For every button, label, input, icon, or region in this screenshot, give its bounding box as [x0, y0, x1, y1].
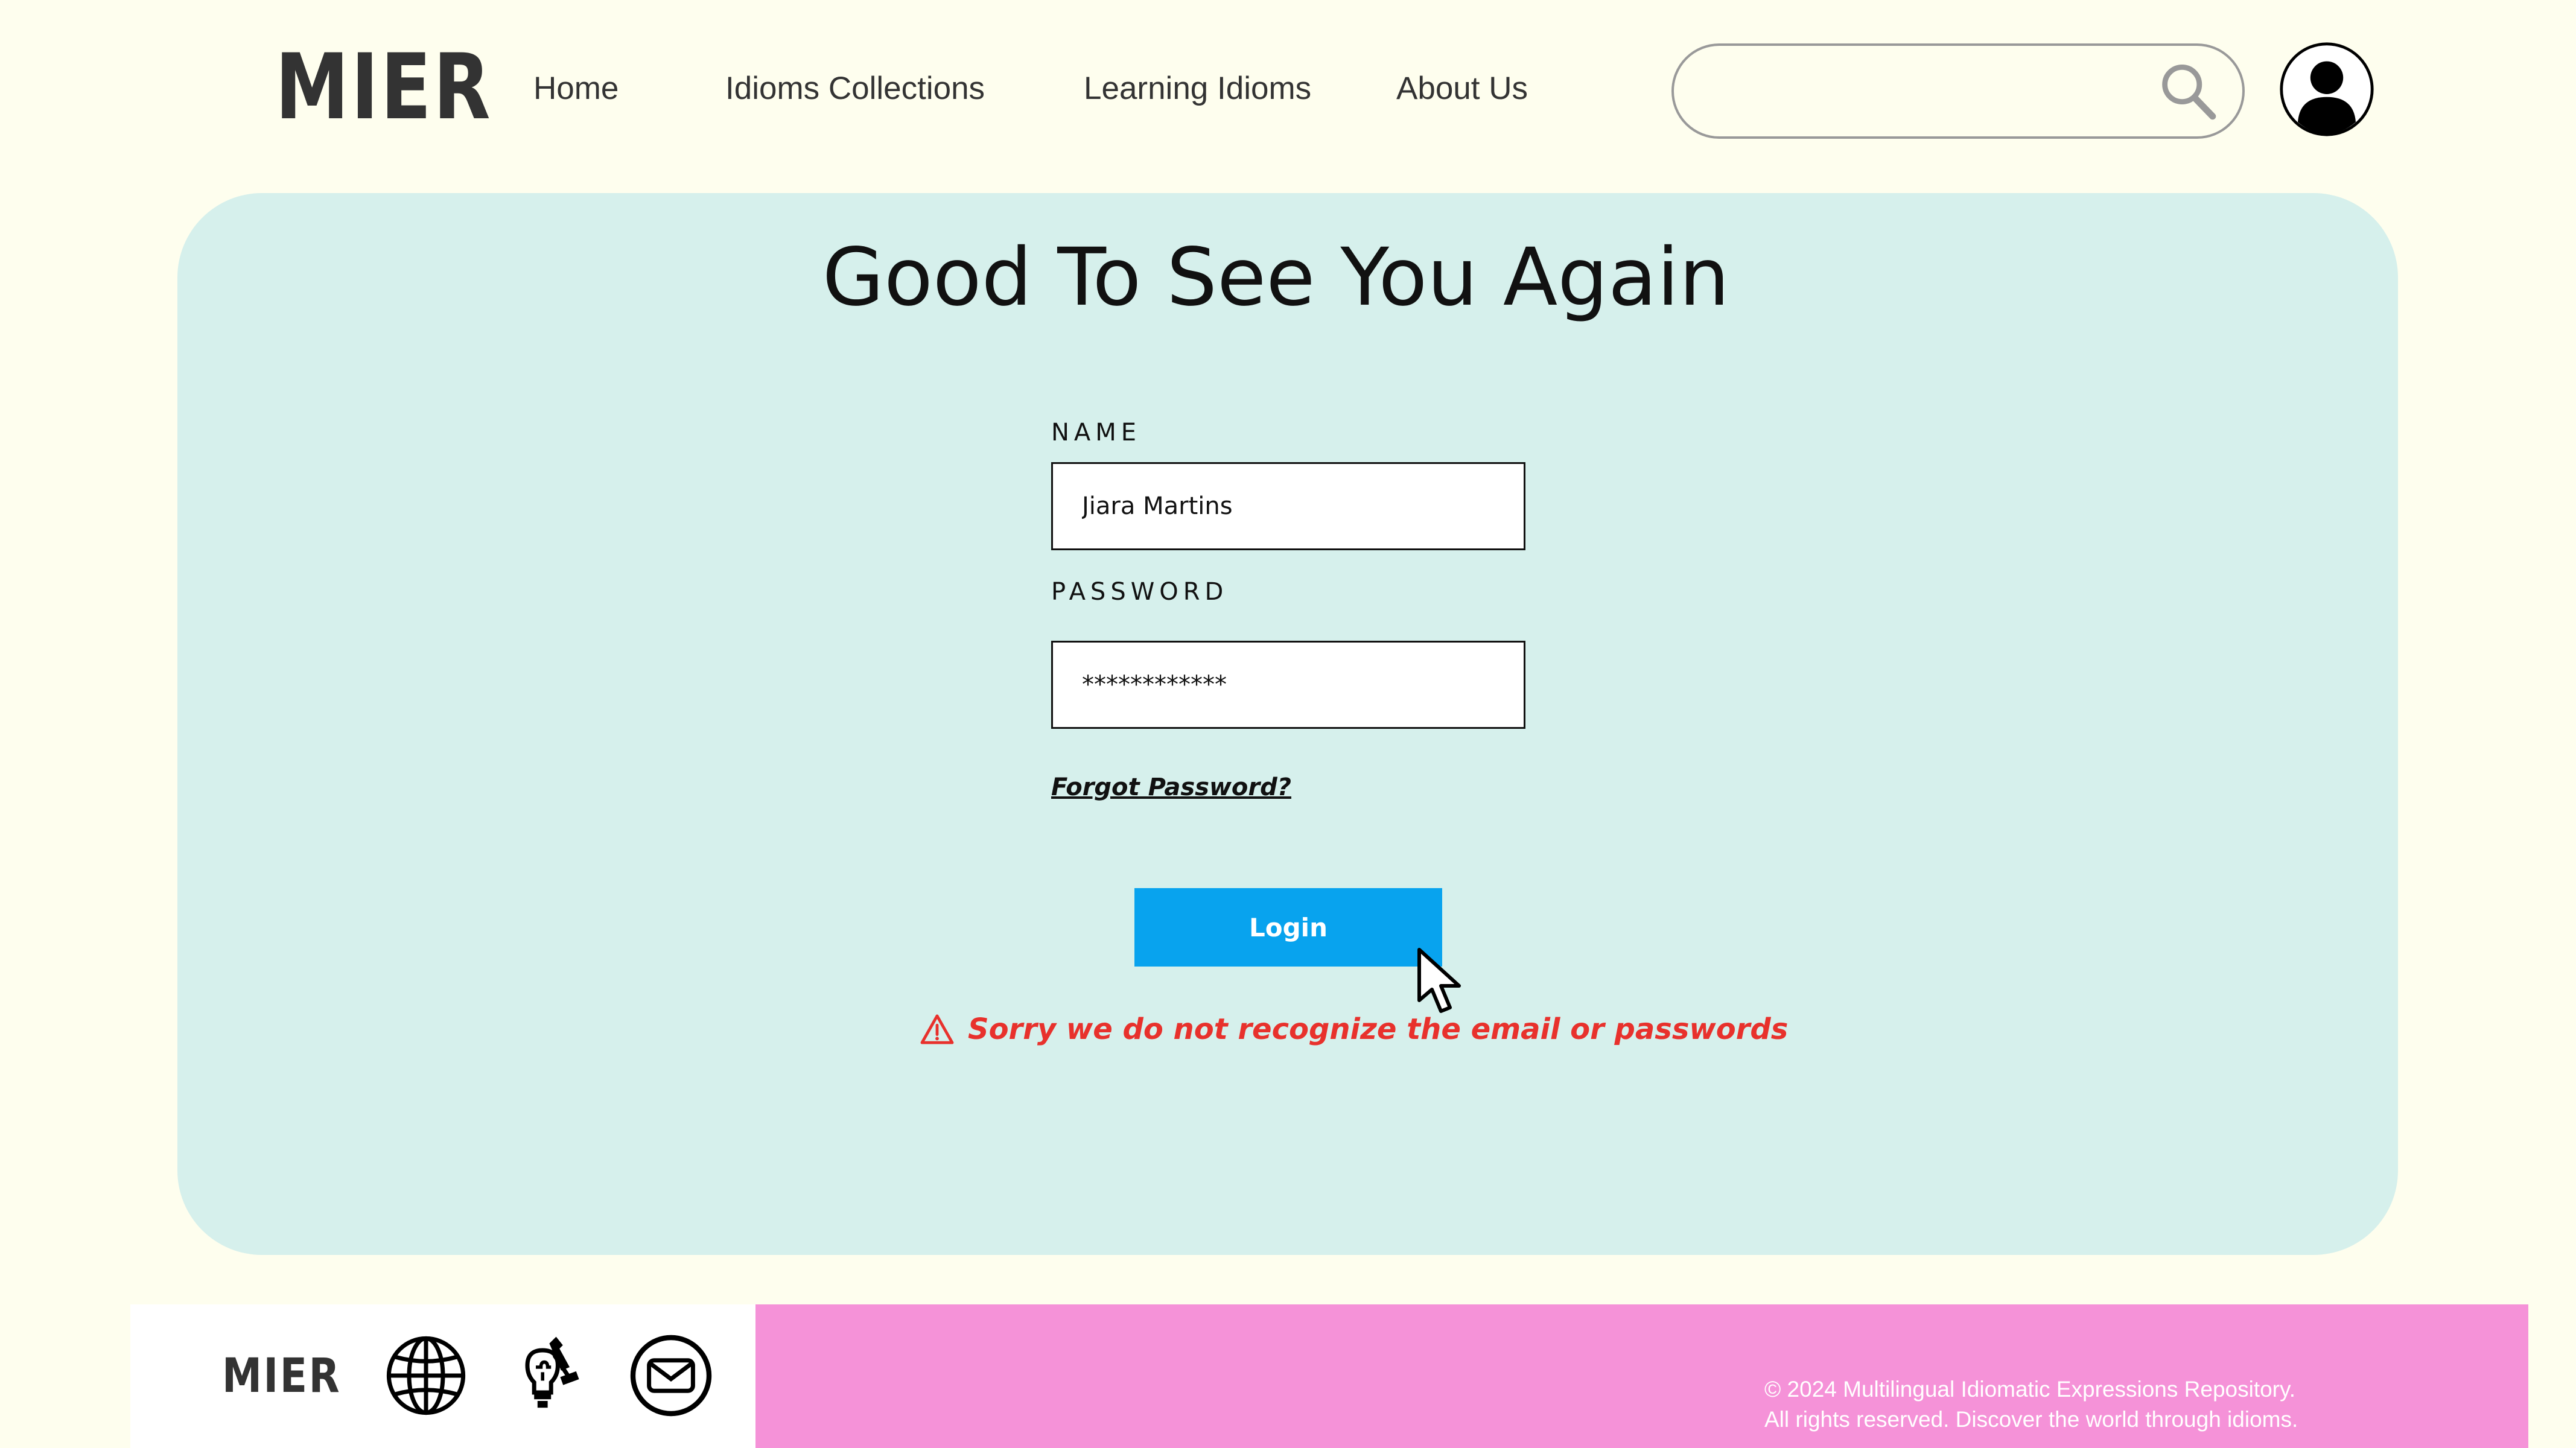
copyright-line-1: © 2024 Multilingual Idiomatic Expression…: [1764, 1377, 2296, 1402]
user-avatar-icon[interactable]: [2279, 40, 2375, 139]
mail-icon[interactable]: [629, 1333, 713, 1418]
error-text: Sorry we do not recognize the email or p…: [968, 1012, 1789, 1046]
search-icon[interactable]: [2154, 58, 2221, 124]
name-field[interactable]: [1051, 462, 1525, 550]
login-button[interactable]: Login: [1134, 888, 1442, 967]
footer-logo[interactable]: MIER: [222, 1349, 341, 1403]
lightbulb-puzzle-icon[interactable]: [502, 1333, 587, 1418]
nav-idioms-collections[interactable]: Idioms Collections: [725, 68, 985, 110]
password-field[interactable]: [1051, 641, 1525, 729]
cursor-arrow-icon: [1417, 948, 1461, 1013]
site-logo[interactable]: MIER: [275, 42, 492, 133]
forgot-password-link[interactable]: Forgot Password?: [1051, 773, 1291, 801]
copyright-text: © 2024 Multilingual Idiomatic Expression…: [1764, 1374, 2428, 1435]
page-title: Good To See You Again: [822, 231, 1730, 324]
footer-copyright-panel: © 2024 Multilingual Idiomatic Expression…: [755, 1304, 2528, 1448]
search-bar: [1671, 43, 2245, 139]
nav-learning-idioms[interactable]: Learning Idioms: [1084, 68, 1311, 110]
password-label: PASSWORD: [1051, 578, 1229, 606]
login-page: MIER Home Idioms Collections Learning Id…: [0, 0, 2576, 1448]
globe-icon[interactable]: [384, 1333, 468, 1418]
name-label: NAME: [1051, 419, 1142, 446]
nav-about-us[interactable]: About Us: [1396, 68, 1528, 110]
nav-home[interactable]: Home: [533, 68, 619, 110]
copyright-line-2: All rights reserved. Discover the world …: [1764, 1407, 2298, 1432]
footer-brand-panel: MIER: [130, 1304, 755, 1448]
warning-icon: [920, 1014, 954, 1044]
search-input[interactable]: [1704, 64, 2129, 119]
